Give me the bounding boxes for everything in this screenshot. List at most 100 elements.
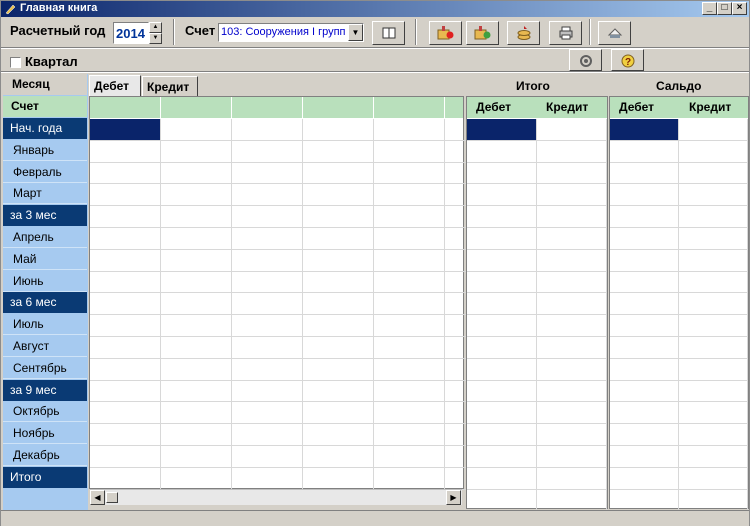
grid-cell[interactable]: [232, 315, 303, 336]
table-row[interactable]: [90, 446, 516, 468]
grid-cell[interactable]: [303, 119, 374, 140]
grid-column-header[interactable]: [161, 97, 232, 118]
grid-cell[interactable]: [537, 184, 607, 206]
grid-cell[interactable]: [232, 206, 303, 227]
grid-cell[interactable]: [467, 184, 537, 206]
grid-cell[interactable]: [679, 119, 748, 140]
grid-cell[interactable]: [467, 424, 537, 445]
grid-cell[interactable]: [161, 467, 232, 489]
grid-cell[interactable]: [303, 249, 374, 271]
grid-cell[interactable]: [610, 337, 679, 358]
table-row[interactable]: [610, 315, 748, 337]
grid-cell[interactable]: [90, 467, 161, 489]
grid-cell[interactable]: [90, 140, 161, 162]
grid-cell[interactable]: [161, 184, 232, 206]
grid-cell[interactable]: [537, 293, 607, 315]
grid-cell[interactable]: [537, 337, 607, 358]
grid-cell[interactable]: [467, 293, 537, 315]
grid-cell[interactable]: [537, 140, 607, 162]
grid-cell[interactable]: [232, 402, 303, 424]
grid-cell[interactable]: [232, 162, 303, 184]
grid-cell[interactable]: [90, 162, 161, 184]
grid-cell[interactable]: [232, 228, 303, 249]
grid-cell[interactable]: [161, 446, 232, 467]
grid-cell[interactable]: [679, 140, 748, 162]
grid-cell[interactable]: [610, 380, 679, 402]
spin-down-icon[interactable]: ▼: [149, 33, 162, 44]
table-row[interactable]: [610, 249, 748, 272]
grid-cell[interactable]: [232, 337, 303, 358]
grid-cell[interactable]: [467, 249, 537, 271]
grid-cell[interactable]: [303, 358, 374, 380]
grid-cell[interactable]: [537, 271, 607, 293]
table-row[interactable]: [467, 184, 607, 207]
grid-cell[interactable]: [679, 424, 748, 445]
tab-credit[interactable]: Кредит: [142, 76, 198, 98]
grid-cell[interactable]: [467, 489, 537, 511]
table-row[interactable]: [467, 424, 607, 446]
table-row[interactable]: [467, 228, 607, 250]
grid-cell[interactable]: [90, 446, 161, 467]
grid-cell[interactable]: [467, 119, 537, 140]
scroll-left-icon[interactable]: ◀: [90, 490, 105, 505]
grid-cell[interactable]: [679, 446, 748, 467]
folder-add-button[interactable]: [429, 21, 462, 45]
table-row[interactable]: [467, 119, 607, 141]
grid-cell[interactable]: [537, 228, 607, 249]
grid-cell[interactable]: [90, 271, 161, 293]
grid-cell[interactable]: [303, 228, 374, 249]
grid-cell[interactable]: [232, 467, 303, 489]
grid-cell[interactable]: [303, 271, 374, 293]
grid-cell[interactable]: [610, 402, 679, 424]
grid-cell[interactable]: [374, 424, 445, 445]
grid-cell[interactable]: [161, 315, 232, 336]
grid-cell[interactable]: [161, 424, 232, 445]
table-row[interactable]: [610, 337, 748, 359]
grid-cell[interactable]: [610, 467, 679, 489]
table-row[interactable]: [90, 293, 516, 316]
table-row[interactable]: [90, 467, 516, 490]
grid-cell[interactable]: [679, 249, 748, 271]
grid-cell[interactable]: [679, 315, 748, 336]
options-button[interactable]: [569, 49, 602, 71]
grid-cell[interactable]: [90, 337, 161, 358]
grid-cell[interactable]: [303, 315, 374, 336]
grid-cell[interactable]: [161, 249, 232, 271]
grid-column-header[interactable]: [90, 97, 161, 118]
grid-cell[interactable]: [161, 119, 232, 140]
grid-cell[interactable]: [161, 206, 232, 227]
debit-grid[interactable]: [89, 96, 516, 490]
grid-cell[interactable]: [374, 293, 445, 315]
grid-cell[interactable]: [610, 184, 679, 206]
grid-cell[interactable]: [679, 337, 748, 358]
grid-cell[interactable]: [374, 380, 445, 402]
grid-cell[interactable]: [467, 206, 537, 227]
table-row[interactable]: [90, 424, 516, 446]
grid-cell[interactable]: [467, 402, 537, 424]
grid-cell[interactable]: [90, 184, 161, 206]
table-row[interactable]: [467, 315, 607, 337]
coins-button[interactable]: [507, 21, 540, 45]
table-row[interactable]: [610, 402, 748, 425]
table-row[interactable]: [90, 184, 516, 207]
grid-cell[interactable]: [610, 119, 679, 140]
table-row[interactable]: [610, 271, 748, 294]
grid-cell[interactable]: [374, 446, 445, 467]
table-row[interactable]: [467, 337, 607, 359]
grid-cell[interactable]: [610, 358, 679, 380]
grid-cell[interactable]: [232, 249, 303, 271]
grid-cell[interactable]: [303, 162, 374, 184]
table-row[interactable]: [467, 358, 607, 381]
grid-cell[interactable]: [232, 140, 303, 162]
grid-column-header[interactable]: [374, 97, 445, 118]
grid-cell[interactable]: [374, 140, 445, 162]
table-row[interactable]: [467, 380, 607, 403]
grid-cell[interactable]: [232, 358, 303, 380]
grid-cell[interactable]: [90, 228, 161, 249]
grid-cell[interactable]: [467, 315, 537, 336]
table-row[interactable]: [467, 271, 607, 294]
table-row[interactable]: [610, 358, 748, 381]
grid-cell[interactable]: [90, 402, 161, 424]
table-row[interactable]: [467, 446, 607, 468]
table-row[interactable]: [90, 140, 516, 163]
